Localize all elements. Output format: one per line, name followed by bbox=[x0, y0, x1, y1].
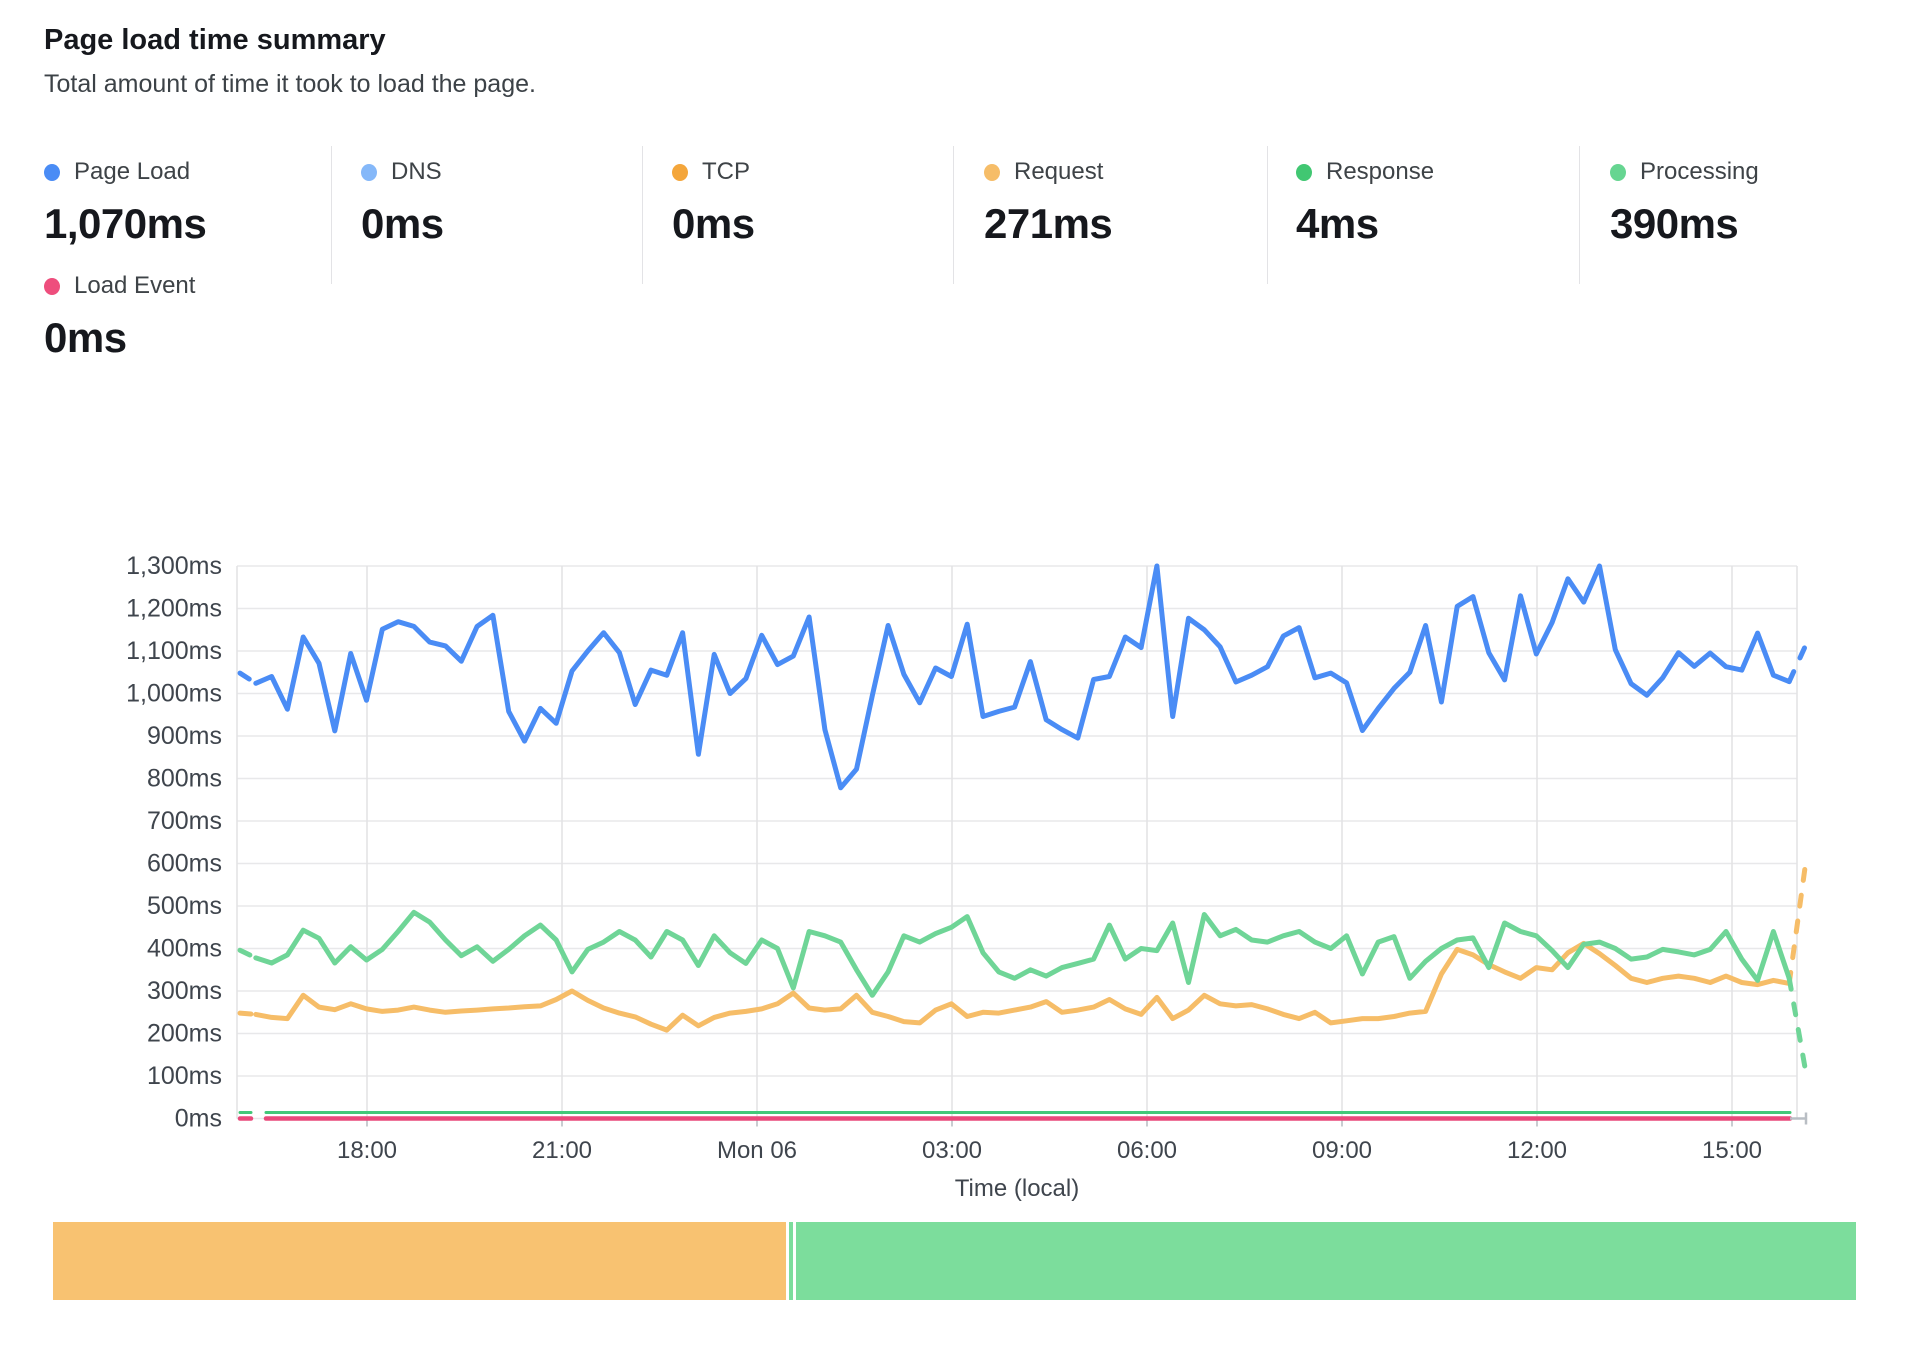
svg-text:06:00: 06:00 bbox=[1117, 1137, 1177, 1164]
svg-text:300ms: 300ms bbox=[147, 977, 222, 1005]
svg-text:400ms: 400ms bbox=[147, 935, 222, 963]
svg-text:09:00: 09:00 bbox=[1312, 1137, 1372, 1164]
svg-text:Mon 06: Mon 06 bbox=[717, 1137, 797, 1164]
svg-text:1,200ms: 1,200ms bbox=[126, 595, 222, 623]
svg-text:700ms: 700ms bbox=[147, 807, 222, 835]
svg-text:18:00: 18:00 bbox=[337, 1137, 397, 1164]
svg-text:21:00: 21:00 bbox=[532, 1137, 592, 1164]
svg-text:200ms: 200ms bbox=[147, 1020, 222, 1048]
svg-text:1,300ms: 1,300ms bbox=[126, 552, 222, 580]
timeline-brush-bar[interactable] bbox=[53, 1222, 1856, 1300]
svg-text:15:00: 15:00 bbox=[1702, 1137, 1762, 1164]
brush-segment-1[interactable] bbox=[789, 1222, 793, 1300]
load-time-line-chart: 0ms 100ms 200ms 300ms 400ms 500ms 600ms 700ms 80… bbox=[0, 0, 1910, 1352]
svg-text:12:00: 12:00 bbox=[1507, 1137, 1567, 1164]
svg-text:100ms: 100ms bbox=[147, 1062, 222, 1090]
brush-segment-2[interactable] bbox=[796, 1222, 1856, 1300]
svg-text:0ms: 0ms bbox=[175, 1105, 222, 1133]
page-load-summary-card: Page load time summary Total amount of t… bbox=[0, 0, 1910, 1352]
svg-text:600ms: 600ms bbox=[147, 850, 222, 878]
svg-text:500ms: 500ms bbox=[147, 892, 222, 920]
svg-text:Time (local): Time (local) bbox=[955, 1175, 1079, 1202]
svg-text:1,000ms: 1,000ms bbox=[126, 680, 222, 708]
svg-text:800ms: 800ms bbox=[147, 765, 222, 793]
svg-text:1,100ms: 1,100ms bbox=[126, 637, 222, 665]
brush-segment-0[interactable] bbox=[53, 1222, 786, 1300]
svg-text:03:00: 03:00 bbox=[922, 1137, 982, 1164]
svg-text:900ms: 900ms bbox=[147, 722, 222, 750]
